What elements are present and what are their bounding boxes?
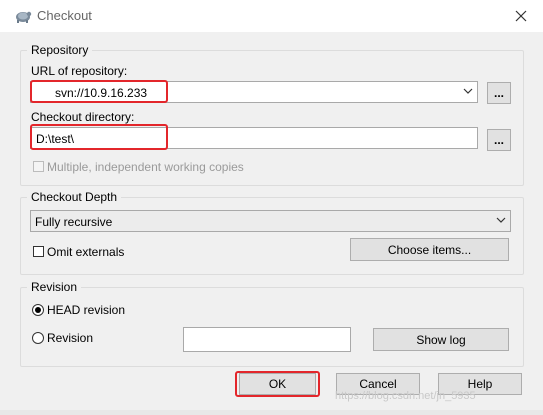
close-button[interactable] — [499, 0, 543, 32]
multiple-label: Multiple, independent working copies — [47, 160, 244, 174]
checkout-depth-group: Checkout Depth — [20, 190, 524, 275]
checkout-depth-legend: Checkout Depth — [27, 190, 122, 204]
head-revision-radio[interactable] — [32, 304, 44, 316]
chevron-down-icon — [496, 217, 506, 223]
revision-radio[interactable] — [32, 332, 44, 344]
tortoisesvn-icon — [14, 8, 32, 24]
ok-button[interactable]: OK — [239, 373, 316, 395]
bottom-edge — [0, 410, 543, 415]
checkout-dir-label: Checkout directory: — [31, 110, 135, 124]
url-value: svn://10.9.16.233 — [55, 86, 148, 100]
window-title: Checkout — [37, 8, 92, 23]
omit-externals-label: Omit externals — [47, 245, 125, 259]
url-combobox[interactable]: svn://10.9.16.233 — [30, 81, 478, 103]
close-icon — [515, 10, 527, 22]
checkout-dir-browse-button[interactable]: ... — [487, 129, 511, 151]
checkout-dialog: Checkout Repository URL of repository: s… — [0, 0, 543, 415]
depth-value: Fully recursive — [35, 215, 113, 229]
multiple-checkbox[interactable] — [33, 161, 44, 172]
chevron-down-icon — [463, 88, 473, 94]
depth-combobox[interactable]: Fully recursive — [30, 210, 511, 232]
show-log-button[interactable]: Show log — [373, 328, 509, 351]
checkout-dir-input[interactable]: D:\test\ — [30, 127, 478, 149]
revision-legend: Revision — [27, 280, 82, 294]
revision-input[interactable] — [183, 327, 351, 352]
choose-items-button[interactable]: Choose items... — [350, 238, 509, 261]
omit-externals-checkbox[interactable] — [33, 246, 44, 257]
url-browse-button[interactable]: ... — [487, 82, 511, 104]
head-revision-label: HEAD revision — [47, 303, 126, 317]
url-label: URL of repository: — [31, 64, 128, 78]
watermark-text: https://blog.csdn.net/jn_5935 — [335, 390, 476, 402]
revision-label: Revision — [47, 331, 94, 345]
repository-legend: Repository — [27, 43, 93, 57]
checkout-dir-value: D:\test\ — [36, 132, 75, 146]
title-bar: Checkout — [0, 0, 543, 32]
